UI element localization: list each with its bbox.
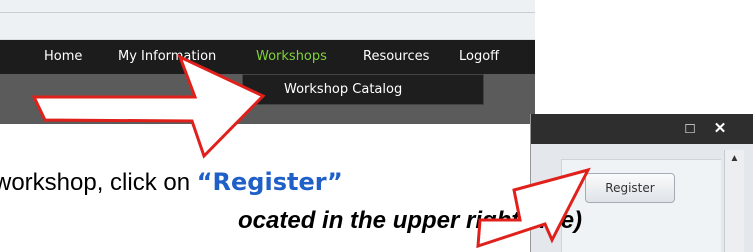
browser-top-bar bbox=[0, 0, 535, 40]
close-icon[interactable]: ✕ bbox=[709, 114, 731, 144]
scroll-up-icon[interactable]: ▲ bbox=[725, 150, 744, 168]
instruction-line-1: workshop, click on “Register” bbox=[0, 168, 343, 197]
nav-logoff[interactable]: Logoff bbox=[459, 40, 499, 74]
nav-home[interactable]: Home bbox=[44, 40, 82, 74]
workshops-dropdown: Workshop Catalog bbox=[242, 74, 484, 105]
register-button[interactable]: Register bbox=[585, 173, 675, 203]
nav-workshops[interactable]: Workshops bbox=[256, 40, 327, 74]
vertical-scrollbar[interactable]: ▲ bbox=[724, 150, 744, 252]
maximize-icon[interactable]: □ bbox=[679, 114, 701, 144]
menu-item-workshop-catalog[interactable]: Workshop Catalog bbox=[284, 75, 402, 104]
nav-resources[interactable]: Resources bbox=[363, 40, 429, 74]
instruction-prefix: workshop, click on bbox=[0, 169, 197, 196]
register-highlight: “Register” bbox=[196, 168, 343, 196]
navigation-screenshot: Home My Information Workshops Resources … bbox=[0, 0, 535, 128]
window-title-bar: □ ✕ bbox=[531, 114, 753, 144]
instruction-line-2: ocated in the upper right side) bbox=[238, 207, 583, 234]
nav-my-information[interactable]: My Information bbox=[118, 40, 216, 74]
